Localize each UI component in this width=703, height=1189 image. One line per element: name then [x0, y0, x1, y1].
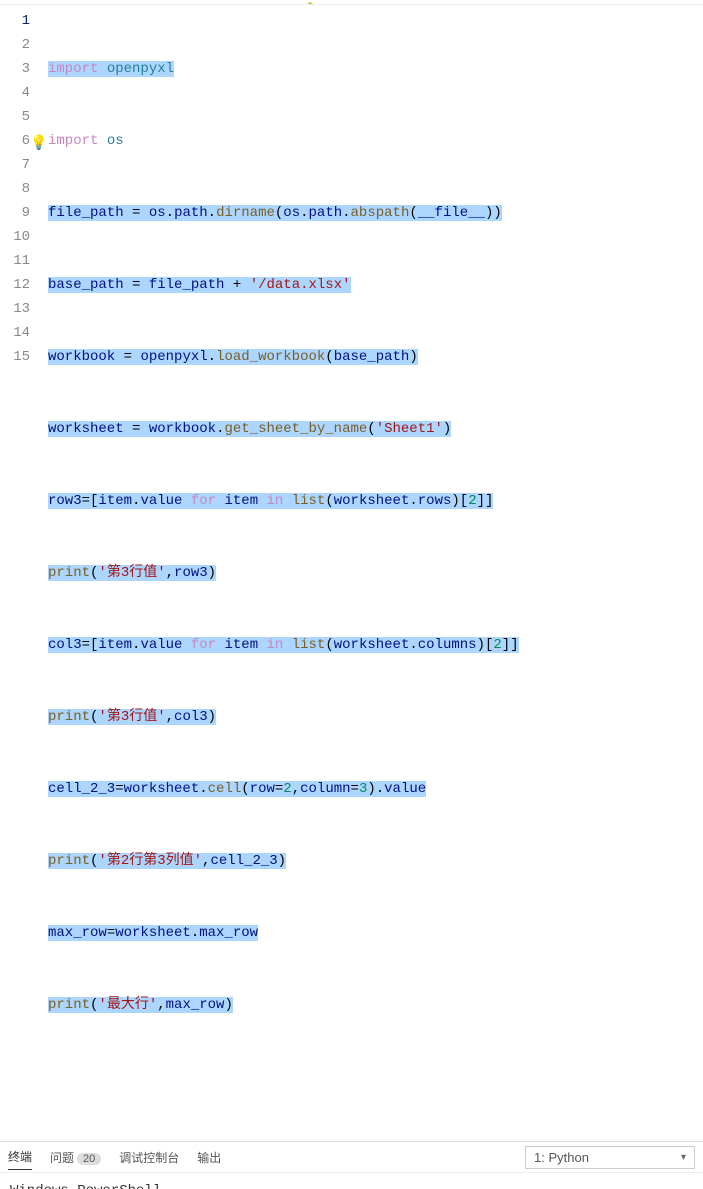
terminal-selector-value: 1: Python	[534, 1150, 589, 1165]
code-line[interactable]: worksheet = workbook.get_sheet_by_name('…	[48, 417, 703, 441]
line-gutter: 1 2 3 4 5 6 7 8 9 10 11 12 13 14 15	[0, 9, 48, 1137]
code-line[interactable]: print('第2行第3列值',cell_2_3)	[48, 849, 703, 873]
problems-count-badge: 20	[77, 1153, 101, 1165]
code-line[interactable]: file_path = os.path.dirname(os.path.absp…	[48, 201, 703, 225]
tab-problems[interactable]: 问题20	[50, 1145, 101, 1170]
code-line[interactable]: col3=[item.value for item in list(worksh…	[48, 633, 703, 657]
lightbulb-icon[interactable]: 💡	[30, 132, 47, 156]
code-line[interactable]: print('最大行',max_row)	[48, 993, 703, 1017]
tab-debug-console[interactable]: 调试控制台	[119, 1145, 179, 1170]
code-editor[interactable]: 1 2 3 4 5 6 7 8 9 10 11 12 13 14 15 impo…	[0, 5, 703, 1137]
code-line[interactable]: print('第3行值',col3)	[48, 705, 703, 729]
code-line[interactable]	[48, 1065, 703, 1089]
code-line[interactable]: base_path = file_path + '/data.xlsx'	[48, 273, 703, 297]
tab-terminal[interactable]: 终端	[8, 1144, 32, 1170]
panel-tabs: 终端 问题20 调试控制台 输出 1: Python ▾	[0, 1141, 703, 1173]
code-area[interactable]: import openpyxl 💡import os file_path = o…	[48, 9, 703, 1137]
code-line[interactable]: print('第3行值',row3)	[48, 561, 703, 585]
tab-output[interactable]: 输出	[197, 1145, 221, 1170]
terminal-output[interactable]: Windows PowerShell 版权所有 (C) Microsoft Co…	[0, 1173, 703, 1189]
code-line[interactable]: cell_2_3=worksheet.cell(row=2,column=3).…	[48, 777, 703, 801]
code-line[interactable]: workbook = openpyxl.load_workbook(base_p…	[48, 345, 703, 369]
terminal-selector-dropdown[interactable]: 1: Python ▾	[525, 1146, 695, 1169]
code-line[interactable]: 💡import os	[48, 129, 703, 153]
code-line[interactable]: max_row=worksheet.max_row	[48, 921, 703, 945]
code-line[interactable]: row3=[item.value for item in list(worksh…	[48, 489, 703, 513]
chevron-down-icon: ▾	[681, 1152, 686, 1163]
code-line[interactable]: import openpyxl	[48, 57, 703, 81]
